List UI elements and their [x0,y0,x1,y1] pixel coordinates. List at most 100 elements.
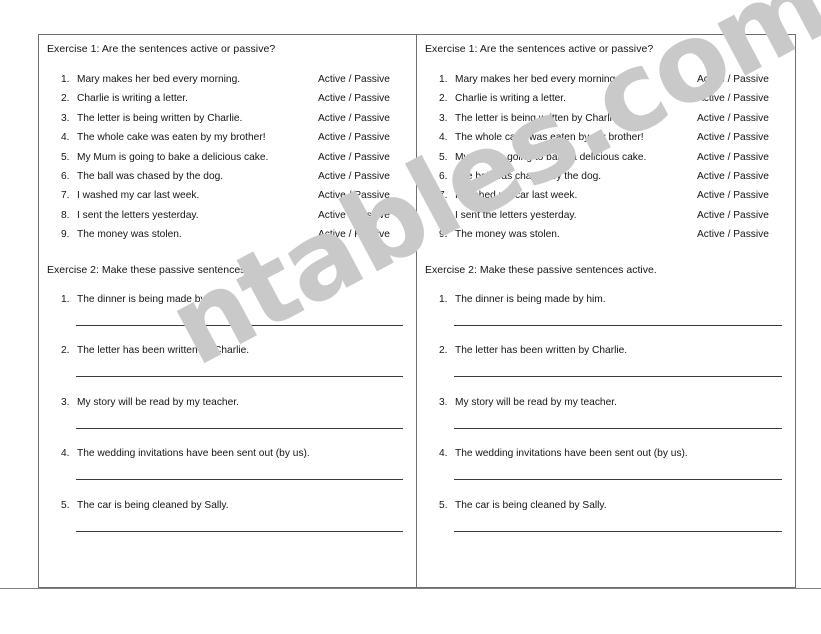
answer-write-line[interactable] [454,324,782,326]
exercise-1-item: 5. My Mum is going to bake a delicious c… [47,152,406,171]
exercise-1-item: 7. I washed my car last week. Active / P… [47,190,406,209]
item-sentence: The money was stolen. [455,229,560,241]
active-passive-choice[interactable]: Active / Passive [697,171,785,182]
active-passive-choice[interactable]: Active / Passive [697,113,785,124]
answer-write-line[interactable] [76,324,403,326]
answer-write-line[interactable] [76,376,403,378]
item-sentence: Mary makes her bed every morning. [77,74,241,85]
item-number: 3. [61,112,70,124]
exercise-2-heading-right: Exercise 2: Make these passive sentences… [425,263,657,276]
item-sentence: Charlie is writing a letter. [77,93,188,105]
exercise-1-item: 2. Charlie is writing a letter. Active /… [47,93,406,112]
item-number: 6. [439,170,448,182]
active-passive-choice[interactable]: Active / Passive [697,190,785,201]
active-passive-choice[interactable]: Active / Passive [318,93,406,104]
exercise-1-item: 3. The letter is being written by Charli… [47,113,406,132]
exercise-1-item: 3. The letter is being written by Charli… [425,113,785,132]
item-number: 9. [439,229,448,241]
exercise-1-item: 4. The whole cake was eaten by my brothe… [47,132,406,151]
item-number: 3. [439,112,448,124]
item-sentence: I sent the letters yesterday. [455,209,577,221]
item-sentence: The dinner is being made by him. [77,293,228,305]
item-number: 4. [439,132,448,144]
page-rule-bottom [0,588,821,589]
answer-write-line[interactable] [454,530,782,532]
item-number: 1. [439,74,448,85]
exercise-1-item: 7. I washed my car last week. Active / P… [425,190,785,209]
active-passive-choice[interactable]: Active / Passive [697,93,785,104]
exercise-1-item: 8. I sent the letters yesterday. Active … [47,210,406,229]
answer-write-line[interactable] [76,530,403,532]
exercise-1-item: 8. I sent the letters yesterday. Active … [425,210,785,229]
item-number: 6. [61,170,70,182]
exercise-1-item: 9. The money was stolen. Active / Passiv… [425,229,785,248]
item-number: 8. [61,209,70,221]
item-number: 9. [61,229,70,241]
item-sentence: I washed my car last week. [455,190,578,202]
item-sentence: My Mum is going to bake a delicious cake… [77,151,269,163]
active-passive-choice[interactable]: Active / Passive [318,113,406,124]
item-sentence: Charlie is writing a letter. [455,93,566,105]
item-number: 5. [61,499,70,511]
item-number: 3. [61,396,70,408]
item-sentence: The whole cake was eaten by my brother! [77,132,266,144]
exercise-1-item: 2. Charlie is writing a letter. Active /… [425,93,785,112]
exercise-2-item: 5. The car is being cleaned by Sally. [425,500,785,552]
active-passive-choice[interactable]: Active / Passive [697,132,785,143]
active-passive-choice[interactable]: Active / Passive [318,171,406,182]
exercise-2-heading-left: Exercise 2: Make these passive sentences… [47,263,279,276]
item-number: 7. [61,190,70,202]
item-sentence: The dinner is being made by him. [455,293,606,305]
item-number: 5. [439,499,448,511]
answer-write-line[interactable] [454,479,782,481]
exercise-1-heading-right: Exercise 1: Are the sentences active or … [425,43,654,55]
exercise-2-item: 1. The dinner is being made by him. [425,294,785,346]
item-sentence: The car is being cleaned by Sally. [77,499,229,511]
item-number: 5. [439,151,448,163]
active-passive-choice[interactable]: Active / Passive [697,152,785,163]
active-passive-choice[interactable]: Active / Passive [318,210,406,221]
item-sentence: My story will be read by my teacher. [455,396,617,408]
item-sentence: The wedding invitations have been sent o… [455,448,688,460]
exercise-2-item: 4. The wedding invitations have been sen… [47,448,406,500]
exercise-1-item: 9. The money was stolen. Active / Passiv… [47,229,406,248]
active-passive-choice[interactable]: Active / Passive [318,229,406,240]
item-sentence: The money was stolen. [77,229,182,241]
item-number: 4. [61,132,70,144]
item-number: 2. [439,345,448,357]
exercise-2-item: 2. The letter has been written by Charli… [425,345,785,397]
exercise-1-item: 1. Mary makes her bed every morning. Act… [47,74,406,93]
exercise-1-item: 6. The ball was chased by the dog. Activ… [425,171,785,190]
exercise-2-item: 3. My story will be read by my teacher. [47,397,406,449]
exercise-2-item: 4. The wedding invitations have been sen… [425,448,785,500]
worksheet-table: Exercise 1: Are the sentences active or … [38,34,796,588]
item-number: 4. [61,448,70,460]
answer-write-line[interactable] [76,479,403,481]
answer-write-line[interactable] [454,427,782,429]
active-passive-choice[interactable]: Active / Passive [318,190,406,201]
exercise-2-item: 3. My story will be read by my teacher. [425,397,785,449]
item-number: 1. [61,293,70,305]
active-passive-choice[interactable]: Active / Passive [697,74,785,85]
item-sentence: The letter is being written by Charlie. [77,112,243,124]
item-number: 5. [61,151,70,163]
active-passive-choice[interactable]: Active / Passive [318,152,406,163]
item-sentence: The letter has been written by Charlie. [455,345,628,357]
exercise-1-item: 6. The ball was chased by the dog. Activ… [47,171,406,190]
item-number: 2. [439,93,448,105]
exercise-1-item: 1. Mary makes her bed every morning. Act… [425,74,785,93]
active-passive-choice[interactable]: Active / Passive [318,74,406,85]
worksheet-page: Exercise 1: Are the sentences active or … [0,0,821,634]
active-passive-choice[interactable]: Active / Passive [697,210,785,221]
item-number: 4. [439,448,448,460]
active-passive-choice[interactable]: Active / Passive [697,229,785,240]
item-number: 2. [61,93,70,105]
answer-write-line[interactable] [454,376,782,378]
item-sentence: My story will be read by my teacher. [77,396,239,408]
item-sentence: The wedding invitations have been sent o… [77,448,310,460]
exercise-1-heading-left: Exercise 1: Are the sentences active or … [47,43,276,55]
answer-write-line[interactable] [76,427,403,429]
item-sentence: I washed my car last week. [77,190,200,202]
active-passive-choice[interactable]: Active / Passive [318,132,406,143]
exercise-2-list-left: 1. The dinner is being made by him. 2. T… [47,294,406,552]
